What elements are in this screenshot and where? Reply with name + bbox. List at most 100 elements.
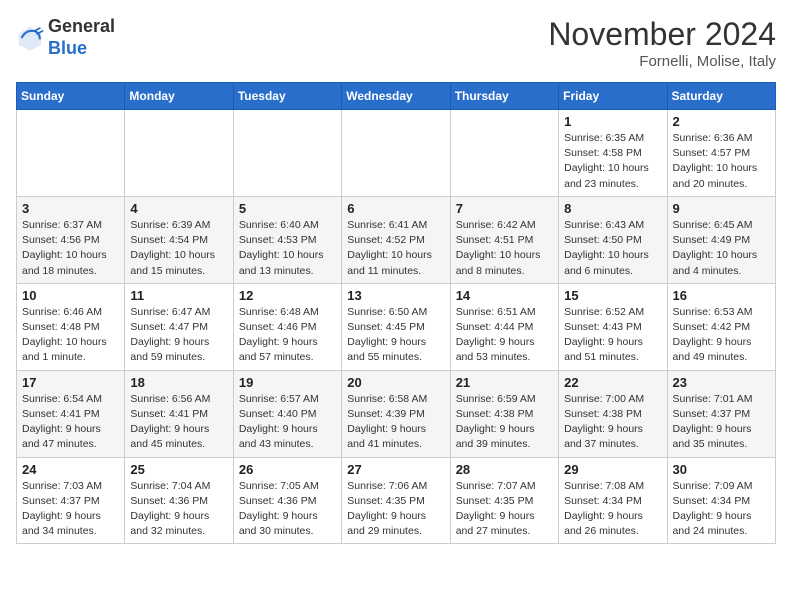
calendar-cell: 12Sunrise: 6:48 AM Sunset: 4:46 PM Dayli… (233, 283, 341, 370)
calendar-cell (17, 110, 125, 197)
day-number: 28 (456, 462, 553, 477)
day-number: 11 (130, 288, 227, 303)
day-info: Sunrise: 7:07 AM Sunset: 4:35 PM Dayligh… (456, 479, 553, 540)
day-info: Sunrise: 7:03 AM Sunset: 4:37 PM Dayligh… (22, 479, 119, 540)
day-info: Sunrise: 6:36 AM Sunset: 4:57 PM Dayligh… (673, 131, 770, 192)
day-info: Sunrise: 6:57 AM Sunset: 4:40 PM Dayligh… (239, 392, 336, 453)
day-info: Sunrise: 6:50 AM Sunset: 4:45 PM Dayligh… (347, 305, 444, 366)
logo-general: General (48, 16, 115, 36)
day-info: Sunrise: 7:08 AM Sunset: 4:34 PM Dayligh… (564, 479, 661, 540)
calendar-cell: 11 Sunrise: 6:47 AM Sunset: 4:47 PM Dayli… (125, 283, 233, 370)
calendar-cell: 18 Sunrise: 6:56 AM Sunset: 4:41 PM Dayli… (125, 370, 233, 457)
day-number: 3 (22, 201, 119, 216)
calendar-header-sunday: Sunday (17, 83, 125, 110)
calendar-cell: 13 Sunrise: 6:50 AM Sunset: 4:45 PM Dayli… (342, 283, 450, 370)
day-number: 23 (673, 375, 770, 390)
calendar-cell (125, 110, 233, 197)
calendar-cell: 26 Sunrise: 7:05 AM Sunset: 4:36 PM Dayli… (233, 457, 341, 544)
day-number: 30 (673, 462, 770, 477)
calendar-week-row: 1Sunrise: 6:35 AM Sunset: 4:58 PM Daylig… (17, 110, 776, 197)
calendar-cell: 7 Sunrise: 6:42 AM Sunset: 4:51 PM Daylig… (450, 196, 558, 283)
logo-text: General Blue (48, 16, 115, 59)
calendar-header-friday: Friday (559, 83, 667, 110)
day-number: 7 (456, 201, 553, 216)
day-number: 16 (673, 288, 770, 303)
day-info: Sunrise: 7:06 AM Sunset: 4:35 PM Dayligh… (347, 479, 444, 540)
calendar-cell: 28 Sunrise: 7:07 AM Sunset: 4:35 PM Dayli… (450, 457, 558, 544)
calendar-cell: 19 Sunrise: 6:57 AM Sunset: 4:40 PM Dayli… (233, 370, 341, 457)
day-info: Sunrise: 6:43 AM Sunset: 4:50 PM Dayligh… (564, 218, 661, 279)
calendar-cell: 21Sunrise: 6:59 AM Sunset: 4:38 PM Dayli… (450, 370, 558, 457)
month-title: November 2024 (548, 16, 776, 53)
calendar-cell: 27 Sunrise: 7:06 AM Sunset: 4:35 PM Dayli… (342, 457, 450, 544)
day-info: Sunrise: 6:37 AM Sunset: 4:56 PM Dayligh… (22, 218, 119, 279)
calendar-cell: 24 Sunrise: 7:03 AM Sunset: 4:37 PM Dayli… (17, 457, 125, 544)
calendar-cell: 23 Sunrise: 7:01 AM Sunset: 4:37 PM Dayli… (667, 370, 775, 457)
page-header: General Blue November 2024 Fornelli, Mol… (16, 16, 776, 70)
calendar-cell: 20 Sunrise: 6:58 AM Sunset: 4:39 PM Dayli… (342, 370, 450, 457)
calendar-header-saturday: Saturday (667, 83, 775, 110)
calendar-cell: 17 Sunrise: 6:54 AM Sunset: 4:41 PM Dayli… (17, 370, 125, 457)
calendar-cell: 9 Sunrise: 6:45 AM Sunset: 4:49 PM Daylig… (667, 196, 775, 283)
calendar-cell: 16 Sunrise: 6:53 AM Sunset: 4:42 PM Dayli… (667, 283, 775, 370)
day-number: 9 (673, 201, 770, 216)
calendar-cell: 8Sunrise: 6:43 AM Sunset: 4:50 PM Daylig… (559, 196, 667, 283)
day-number: 2 (673, 114, 770, 129)
calendar-cell: 6Sunrise: 6:41 AM Sunset: 4:52 PM Daylig… (342, 196, 450, 283)
day-number: 18 (130, 375, 227, 390)
day-number: 27 (347, 462, 444, 477)
day-info: Sunrise: 6:46 AM Sunset: 4:48 PM Dayligh… (22, 305, 119, 366)
day-info: Sunrise: 7:04 AM Sunset: 4:36 PM Dayligh… (130, 479, 227, 540)
calendar-cell: 15Sunrise: 6:52 AM Sunset: 4:43 PM Dayli… (559, 283, 667, 370)
day-info: Sunrise: 6:51 AM Sunset: 4:44 PM Dayligh… (456, 305, 553, 366)
logo: General Blue (16, 16, 115, 59)
calendar-cell: 25 Sunrise: 7:04 AM Sunset: 4:36 PM Dayli… (125, 457, 233, 544)
day-info: Sunrise: 6:39 AM Sunset: 4:54 PM Dayligh… (130, 218, 227, 279)
day-info: Sunrise: 6:52 AM Sunset: 4:43 PM Dayligh… (564, 305, 661, 366)
day-number: 22 (564, 375, 661, 390)
day-number: 1 (564, 114, 661, 129)
day-number: 14 (456, 288, 553, 303)
calendar-cell: 1Sunrise: 6:35 AM Sunset: 4:58 PM Daylig… (559, 110, 667, 197)
calendar-cell (450, 110, 558, 197)
day-number: 13 (347, 288, 444, 303)
day-number: 29 (564, 462, 661, 477)
day-number: 25 (130, 462, 227, 477)
day-info: Sunrise: 6:58 AM Sunset: 4:39 PM Dayligh… (347, 392, 444, 453)
calendar-cell (233, 110, 341, 197)
day-info: Sunrise: 7:00 AM Sunset: 4:38 PM Dayligh… (564, 392, 661, 453)
calendar-week-row: 10Sunrise: 6:46 AM Sunset: 4:48 PM Dayli… (17, 283, 776, 370)
calendar-cell: 2 Sunrise: 6:36 AM Sunset: 4:57 PM Daylig… (667, 110, 775, 197)
logo-icon (16, 24, 44, 52)
day-info: Sunrise: 7:01 AM Sunset: 4:37 PM Dayligh… (673, 392, 770, 453)
day-info: Sunrise: 6:42 AM Sunset: 4:51 PM Dayligh… (456, 218, 553, 279)
calendar-header-tuesday: Tuesday (233, 83, 341, 110)
calendar-week-row: 3 Sunrise: 6:37 AM Sunset: 4:56 PM Daylig… (17, 196, 776, 283)
calendar-cell: 10Sunrise: 6:46 AM Sunset: 4:48 PM Dayli… (17, 283, 125, 370)
day-number: 17 (22, 375, 119, 390)
calendar-cell: 30Sunrise: 7:09 AM Sunset: 4:34 PM Dayli… (667, 457, 775, 544)
day-info: Sunrise: 7:05 AM Sunset: 4:36 PM Dayligh… (239, 479, 336, 540)
day-info: Sunrise: 6:53 AM Sunset: 4:42 PM Dayligh… (673, 305, 770, 366)
day-info: Sunrise: 6:47 AM Sunset: 4:47 PM Dayligh… (130, 305, 227, 366)
day-info: Sunrise: 6:56 AM Sunset: 4:41 PM Dayligh… (130, 392, 227, 453)
day-number: 19 (239, 375, 336, 390)
day-number: 20 (347, 375, 444, 390)
day-number: 6 (347, 201, 444, 216)
calendar-header-wednesday: Wednesday (342, 83, 450, 110)
calendar-cell: 29 Sunrise: 7:08 AM Sunset: 4:34 PM Dayli… (559, 457, 667, 544)
day-info: Sunrise: 6:45 AM Sunset: 4:49 PM Dayligh… (673, 218, 770, 279)
calendar-header-thursday: Thursday (450, 83, 558, 110)
calendar-cell: 3 Sunrise: 6:37 AM Sunset: 4:56 PM Daylig… (17, 196, 125, 283)
day-info: Sunrise: 6:40 AM Sunset: 4:53 PM Dayligh… (239, 218, 336, 279)
day-number: 26 (239, 462, 336, 477)
day-number: 12 (239, 288, 336, 303)
calendar-header-monday: Monday (125, 83, 233, 110)
location: Fornelli, Molise, Italy (548, 53, 776, 70)
day-info: Sunrise: 6:54 AM Sunset: 4:41 PM Dayligh… (22, 392, 119, 453)
calendar-cell: 14 Sunrise: 6:51 AM Sunset: 4:44 PM Dayli… (450, 283, 558, 370)
day-number: 24 (22, 462, 119, 477)
day-number: 5 (239, 201, 336, 216)
day-number: 4 (130, 201, 227, 216)
calendar-cell: 4 Sunrise: 6:39 AM Sunset: 4:54 PM Daylig… (125, 196, 233, 283)
